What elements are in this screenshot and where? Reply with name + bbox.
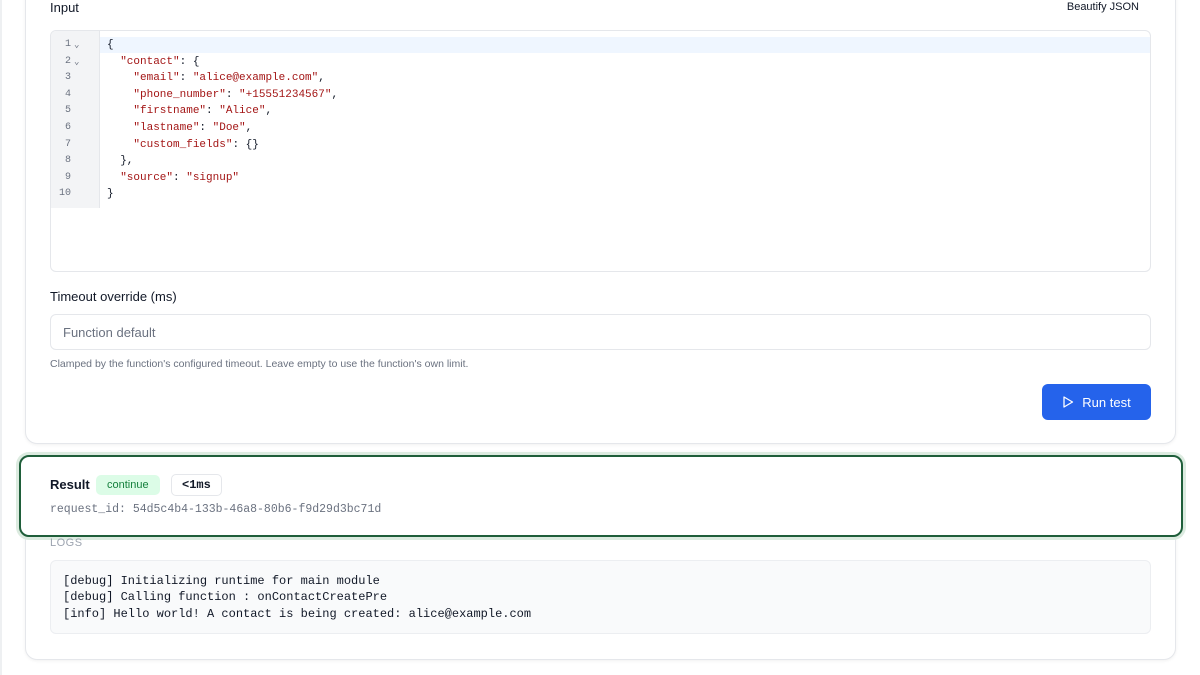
line-number: 4 — [51, 87, 100, 104]
line-number-text: 9 — [64, 171, 71, 183]
json-string: "+15551234567" — [239, 88, 332, 101]
log-line: [debug] Initializing runtime for main mo… — [63, 574, 380, 588]
json-punctuation: : {} — [232, 138, 259, 151]
run-test-label: Run test — [1082, 394, 1131, 410]
json-key: "source" — [120, 171, 174, 184]
log-line: [debug] Calling function : onContactCrea… — [63, 590, 388, 605]
json-string: "Alice" — [219, 105, 266, 118]
code-line[interactable]: "lastname": "Doe", — [107, 120, 252, 137]
line-number: 10 — [51, 186, 100, 203]
input-label: Input — [50, 0, 79, 15]
json-punctuation — [107, 122, 133, 134]
code-line[interactable]: } — [107, 186, 114, 203]
json-punctuation: : — [179, 72, 193, 85]
request-id: request_id: 54d5c4b4-133b-46a8-80b6-f9d2… — [50, 503, 382, 516]
line-number: 5 — [51, 103, 100, 120]
timeout-help-text: Clamped by the function's configured tim… — [50, 358, 469, 370]
line-number-text: 2 — [64, 55, 71, 67]
json-punctuation: : — [206, 105, 220, 118]
line-number: 3 — [51, 70, 100, 87]
line-number-text: 1 — [64, 39, 71, 50]
json-punctuation: : — [225, 88, 240, 101]
json-string: "signup" — [186, 171, 240, 184]
json-key: "custom_fields" — [133, 138, 233, 151]
page-left-edge — [0, 0, 2, 675]
json-punctuation: }, — [107, 155, 134, 168]
result-title: Result — [50, 477, 90, 492]
json-key: "contact" — [120, 55, 180, 68]
fold-chevron-icon[interactable]: ⌄ — [74, 37, 79, 54]
play-icon — [1063, 396, 1074, 408]
line-number: 8 — [51, 153, 100, 170]
json-punctuation: , — [265, 105, 273, 118]
code-line[interactable]: "firstname": "Alice", — [107, 103, 272, 120]
code-line[interactable]: { — [107, 37, 114, 54]
json-punctuation: , — [331, 88, 339, 101]
json-punctuation — [107, 139, 133, 151]
json-punctuation — [107, 105, 133, 117]
line-number-text: 10 — [58, 188, 71, 200]
json-string: "Doe" — [212, 122, 246, 134]
line-number: 9 — [51, 170, 100, 187]
line-number-text: 3 — [64, 72, 71, 84]
json-editor[interactable]: 1 ⌄ 2 ⌄ 3 4 5 6 7 8 9 10 { "contact": { "email": "a… — [50, 30, 1151, 272]
json-key: "email" — [133, 72, 180, 85]
json-punctuation: } — [107, 188, 114, 201]
json-punctuation — [107, 172, 120, 184]
code-line[interactable]: "email": "alice@example.com", — [107, 70, 325, 87]
json-punctuation: { — [107, 39, 114, 51]
line-number-text: 5 — [64, 105, 71, 117]
code-line[interactable]: "custom_fields": {} — [107, 137, 259, 154]
json-punctuation: , — [245, 122, 253, 134]
run-test-button[interactable]: Run test — [1042, 384, 1151, 420]
line-number: 7 — [51, 137, 100, 154]
json-punctuation: : { — [179, 55, 200, 68]
active-line-highlight — [100, 37, 1150, 53]
json-key: "phone_number" — [133, 88, 226, 101]
logs-label: LOGS — [50, 537, 83, 549]
duration-badge: <1ms — [171, 474, 222, 496]
json-punctuation: : — [199, 122, 213, 134]
code-line[interactable]: }, — [107, 153, 133, 170]
json-punctuation — [107, 89, 133, 101]
line-number: 6 — [51, 120, 100, 137]
log-line: [info] Hello world! A contact is being c… — [63, 606, 532, 621]
timeout-label: Timeout override (ms) — [50, 289, 177, 304]
timeout-input[interactable] — [50, 314, 1151, 350]
result-summary-panel — [19, 455, 1183, 537]
line-number-text: 8 — [64, 155, 71, 167]
code-line[interactable]: "source": "signup" — [107, 170, 239, 187]
json-string: "alice@example.com" — [192, 72, 319, 85]
json-key: "firstname" — [133, 105, 207, 118]
json-key: "lastname" — [133, 122, 200, 134]
logs-panel: [debug] Initializing runtime for main mo… — [50, 560, 1151, 634]
code-line[interactable]: "phone_number": "+15551234567", — [107, 87, 338, 104]
json-punctuation: , — [318, 72, 325, 85]
fold-chevron-icon[interactable]: ⌄ — [74, 54, 79, 71]
status-badge: continue — [96, 475, 160, 495]
json-punctuation — [107, 56, 120, 68]
line-number: 1 ⌄ — [51, 37, 100, 54]
code-line[interactable]: "contact": { — [107, 54, 199, 71]
json-punctuation: : — [173, 171, 187, 184]
json-punctuation — [107, 72, 133, 84]
line-number-text: 4 — [64, 88, 71, 100]
line-number-text: 7 — [64, 138, 71, 150]
beautify-json-button[interactable]: Beautify JSON — [1067, 1, 1139, 13]
line-number: 2 ⌄ — [51, 54, 100, 71]
line-number-text: 6 — [64, 122, 71, 133]
